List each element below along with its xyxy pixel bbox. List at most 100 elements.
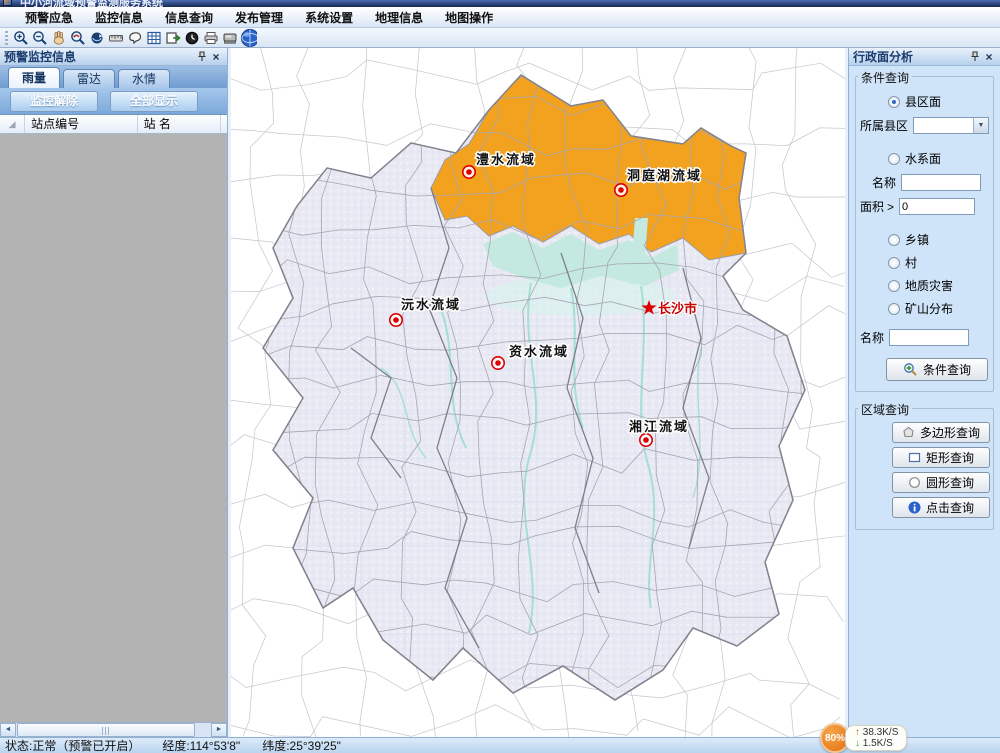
menu-geo-info[interactable]: 地理信息 [364, 7, 434, 28]
left-panel-title: 预警监控信息 [4, 48, 76, 65]
name-field-row: 名称 [860, 174, 989, 191]
rectangle-icon [908, 451, 921, 464]
area-label: 面积 [860, 198, 884, 215]
zoom-previous-icon[interactable] [68, 29, 87, 47]
lasso-select-icon[interactable] [125, 29, 144, 47]
right-panel-header: 行政面分析 × [849, 48, 1000, 66]
column-alarm-type[interactable]: 报警类别 [221, 115, 227, 133]
horizontal-scrollbar[interactable]: ◄ ► [0, 722, 227, 737]
export-map-icon[interactable] [163, 29, 182, 47]
circle-query-button[interactable]: 圆形查询 [892, 472, 990, 493]
print-icon[interactable] [201, 29, 220, 47]
polygon-icon [902, 426, 915, 439]
column-station-id[interactable]: 站点编号 [25, 115, 137, 133]
menu-info-query[interactable]: 信息查询 [154, 7, 224, 28]
menu-warning-emergency[interactable]: 预警应急 [14, 7, 84, 28]
radio-icon[interactable] [888, 153, 900, 165]
map-canvas[interactable]: 澧水流域 洞庭湖流域 沅水流域 资水流域 湘江流域 长沙市 [231, 48, 845, 737]
station-marker[interactable] [463, 166, 475, 178]
scrollbar-track[interactable] [195, 723, 211, 737]
name2-field-row: 名称 [860, 329, 989, 346]
application-window: 中小河流域预警监测服务系统 预警应急 监控信息 信息查询 发布管理 系统设置 地… [0, 0, 1000, 753]
radio-village[interactable]: 村 [888, 254, 989, 271]
globe-icon[interactable] [239, 29, 258, 47]
menu-bar: 预警应急 监控信息 信息查询 发布管理 系统设置 地理信息 地图操作 [0, 7, 1000, 28]
basin-label-lishui: 澧水流域 [476, 152, 536, 167]
province-map[interactable]: 澧水流域 洞庭湖流域 沅水流域 资水流域 湘江流域 长沙市 [231, 48, 845, 737]
radio-town[interactable]: 乡镇 [888, 231, 989, 248]
radio-icon[interactable] [888, 280, 900, 292]
right-panel-body: 条件查询 县区面 所属县区 ▼ 水系面 [849, 66, 1000, 737]
title-bar: 中小河流域预警监测服务系统 [0, 0, 1000, 7]
window-title: 中小河流域预警监测服务系统 [0, 0, 1000, 7]
full-extent-icon[interactable] [87, 29, 106, 47]
close-icon[interactable]: × [209, 50, 223, 64]
scrollbar-thumb[interactable] [17, 723, 195, 737]
zoom-out-icon[interactable] [30, 29, 49, 47]
pin-icon[interactable] [968, 50, 982, 64]
radio-county-area[interactable]: 县区面 [888, 93, 989, 110]
name2-label: 名称 [860, 329, 884, 346]
area-input[interactable] [899, 198, 975, 215]
condition-query-title: 条件查询 [858, 69, 912, 86]
menu-publish-manage[interactable]: 发布管理 [224, 7, 294, 28]
zoom-in-icon[interactable] [11, 29, 30, 47]
tab-water-level[interactable]: 水情 [118, 69, 170, 88]
tab-rainfall[interactable]: 雨量 [8, 67, 60, 88]
pan-hand-icon[interactable] [49, 29, 68, 47]
station-marker[interactable] [640, 434, 652, 446]
network-speed-pill: ↑ 38.3K/S ↓ 1.5K/S [845, 725, 907, 751]
right-panel-title: 行政面分析 [853, 48, 913, 65]
rectangle-query-button[interactable]: 矩形查询 [892, 447, 990, 468]
condition-query-button[interactable]: 条件查询 [886, 358, 988, 381]
admin-analysis-panel: 行政面分析 × 条件查询 县区面 所属县区 [848, 48, 1000, 737]
menu-map-operation[interactable]: 地图操作 [434, 7, 504, 28]
radio-icon[interactable] [888, 234, 900, 246]
station-table-body[interactable] [0, 134, 227, 722]
toolbar-grip [5, 31, 8, 45]
scroll-left-icon[interactable]: ◄ [0, 723, 16, 737]
station-marker[interactable] [492, 357, 504, 369]
radio-icon[interactable] [888, 257, 900, 269]
name2-input[interactable] [889, 329, 969, 346]
menu-system-settings[interactable]: 系统设置 [294, 7, 364, 28]
station-marker[interactable] [390, 314, 402, 326]
basin-label-yuanshui: 沅水流域 [401, 297, 461, 312]
area-operator: > [887, 200, 894, 214]
radio-mine-distribution[interactable]: 矿山分布 [888, 300, 989, 317]
radio-water-system[interactable]: 水系面 [888, 150, 989, 167]
name-input[interactable] [901, 174, 981, 191]
app-icon [3, 0, 12, 6]
sort-icon[interactable]: ◢ [0, 115, 25, 133]
name-label: 名称 [872, 174, 896, 191]
condition-query-group: 条件查询 县区面 所属县区 ▼ 水系面 [855, 76, 994, 392]
station-marker[interactable] [615, 184, 627, 196]
radio-icon[interactable] [888, 303, 900, 315]
show-all-button[interactable]: 全部显示 [110, 91, 198, 112]
monitor-release-button[interactable]: 监控解除 [10, 91, 98, 112]
attribute-grid-icon[interactable] [144, 29, 163, 47]
region-query-group: 区域查询 多边形查询 矩形查询 圆形查询 点 [855, 408, 994, 530]
column-station-name[interactable]: 站 名 [138, 115, 221, 133]
map-toolbar [0, 28, 1000, 48]
tab-radar[interactable]: 雷达 [63, 69, 115, 88]
radio-geo-disaster[interactable]: 地质灾害 [888, 277, 989, 294]
scroll-right-icon[interactable]: ► [211, 723, 227, 737]
click-query-button[interactable]: 点击查询 [892, 497, 990, 518]
history-clock-icon[interactable] [182, 29, 201, 47]
polygon-query-button[interactable]: 多边形查询 [892, 422, 990, 443]
info-icon [908, 501, 921, 514]
menu-monitor-info[interactable]: 监控信息 [84, 7, 154, 28]
network-speed-widget[interactable]: 80% ↑ 38.3K/S ↓ 1.5K/S [820, 723, 907, 753]
pin-icon[interactable] [195, 50, 209, 64]
upload-speed: 38.3K/S [863, 727, 899, 738]
region-query-title: 区域查询 [858, 401, 912, 418]
close-icon[interactable]: × [982, 50, 996, 64]
measure-icon[interactable] [106, 29, 125, 47]
county-select[interactable]: ▼ [913, 117, 989, 134]
area-field-row: 面积 > [860, 198, 989, 215]
radio-icon[interactable] [888, 96, 900, 108]
download-arrow-icon: ↓ [855, 738, 860, 749]
print-preview-icon[interactable] [220, 29, 239, 47]
chevron-down-icon[interactable]: ▼ [973, 118, 988, 133]
